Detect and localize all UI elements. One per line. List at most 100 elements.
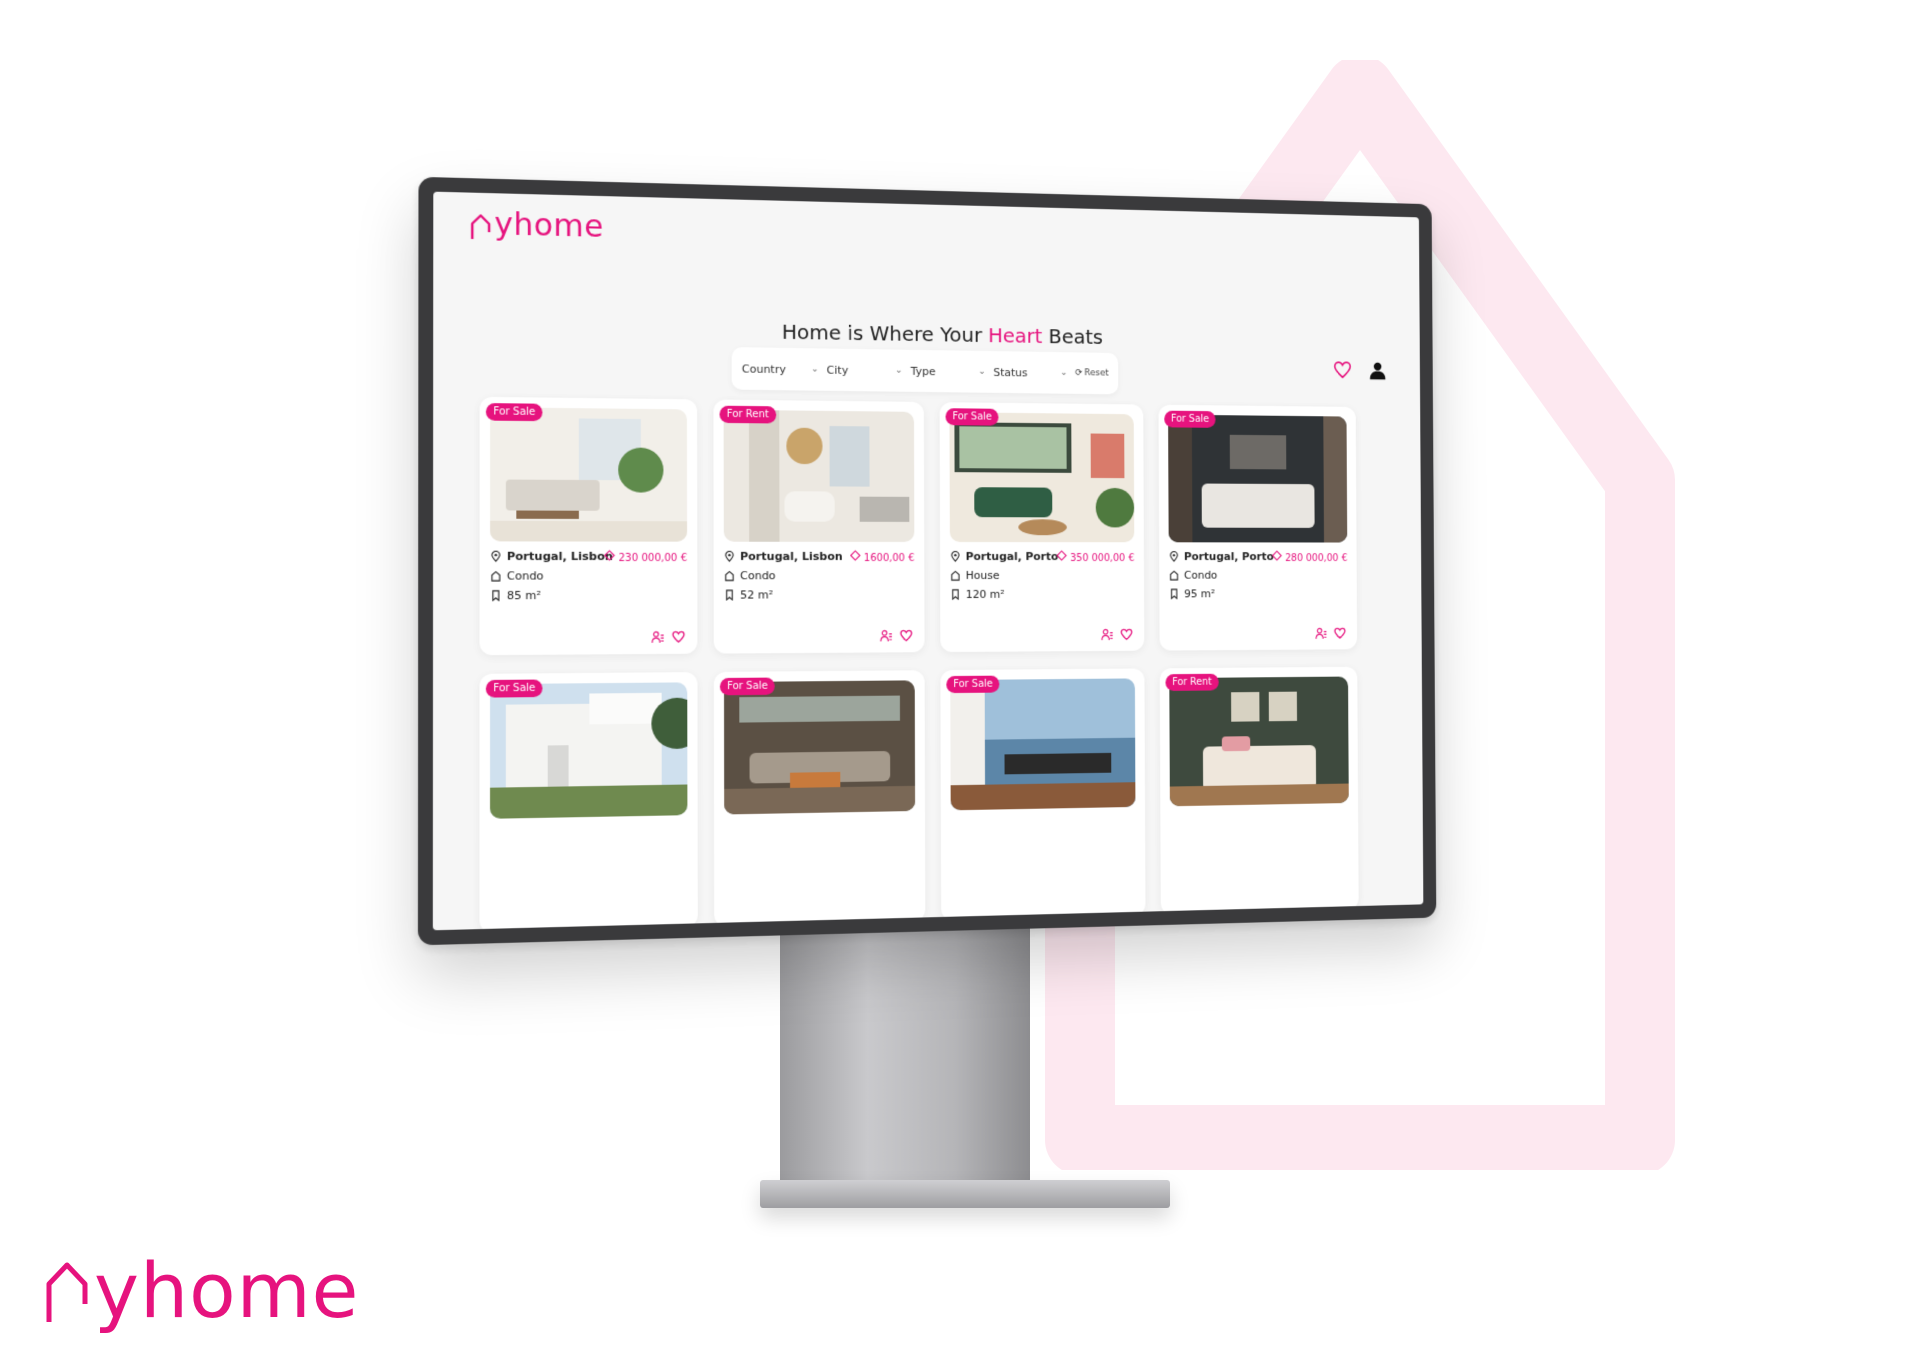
listing-status-badge: For Sale xyxy=(486,403,543,421)
location-pin-icon xyxy=(950,551,961,562)
chevron-down-icon: ⌄ xyxy=(1060,368,1067,378)
listing-price-value: 280 000,00 € xyxy=(1285,553,1347,564)
listing-card[interactable]: For Rent xyxy=(1160,667,1359,915)
chevron-down-icon: ⌄ xyxy=(811,364,819,374)
listing-actions xyxy=(1315,627,1346,640)
favorite-heart-icon[interactable] xyxy=(1334,627,1346,640)
filter-label: City xyxy=(827,363,849,376)
listing-area: 95 m² xyxy=(1184,587,1215,600)
filter-city[interactable]: City ⌄ xyxy=(827,363,903,377)
listing-photo[interactable] xyxy=(724,680,915,814)
chevron-down-icon: ⌄ xyxy=(895,366,902,376)
listing-photo[interactable] xyxy=(1169,677,1348,807)
contact-agent-icon[interactable] xyxy=(651,630,664,643)
listing-photo[interactable] xyxy=(949,412,1134,542)
filter-label: Status xyxy=(993,366,1027,379)
favorite-heart-icon[interactable] xyxy=(900,629,913,642)
house-logo-icon xyxy=(44,1260,90,1326)
monitor-stand-base xyxy=(760,1180,1170,1208)
house-type-icon xyxy=(950,570,961,581)
page-headline: Home is Where Your Heart Beats xyxy=(433,314,1420,354)
area-bookmark-icon xyxy=(724,589,735,600)
listing-area-row: 95 m² xyxy=(1169,587,1348,600)
price-tag-icon xyxy=(1056,550,1067,561)
listing-card[interactable]: For Sale 230 000,00 € Portugal, Lisbon Con… xyxy=(480,397,698,655)
listing-card[interactable]: For Sale xyxy=(940,668,1145,921)
filter-country[interactable]: Country ⌄ xyxy=(742,362,819,376)
listing-area: 52 m² xyxy=(740,588,773,601)
listing-area: 85 m² xyxy=(507,589,541,602)
house-type-icon xyxy=(1169,570,1180,581)
listing-status-badge: For Sale xyxy=(946,408,999,425)
listing-photo[interactable] xyxy=(490,407,687,541)
listing-info: 1600,00 € Portugal, Lisbon Condo 52 m² xyxy=(724,550,915,602)
site-logo[interactable]: yhome xyxy=(469,209,604,243)
price-tag-icon xyxy=(604,550,615,561)
listing-price-value: 1600,00 € xyxy=(864,553,915,564)
listing-price: 1600,00 € xyxy=(850,550,915,564)
listing-status-badge: For Sale xyxy=(486,680,543,698)
listing-location: Portugal, Porto xyxy=(966,550,1059,563)
headline-text: Home is Where Your xyxy=(782,320,988,347)
listing-actions xyxy=(880,629,913,642)
listing-status-badge: For Rent xyxy=(1165,674,1218,691)
listing-type: Condo xyxy=(1184,569,1217,582)
reset-button[interactable]: ⟳ Reset xyxy=(1075,368,1108,378)
listing-card[interactable]: For Sale xyxy=(479,672,697,930)
price-tag-icon xyxy=(850,550,861,561)
listing-card[interactable]: For Rent 1600,00 € Portugal, Lisbon Condo 5… xyxy=(713,400,924,654)
heart-icon[interactable] xyxy=(1333,360,1352,380)
listing-photo[interactable] xyxy=(490,682,687,818)
favorite-heart-icon[interactable] xyxy=(672,630,685,643)
listing-price-value: 230 000,00 € xyxy=(618,553,687,564)
filter-status[interactable]: Status ⌄ xyxy=(993,366,1067,380)
location-pin-icon xyxy=(724,551,735,562)
monitor-stand-neck xyxy=(780,905,1030,1185)
listing-card[interactable]: For Sale 350 000,00 € Portugal, Porto Hous… xyxy=(940,402,1145,652)
area-bookmark-icon xyxy=(490,590,502,601)
listing-photo[interactable] xyxy=(724,410,915,542)
user-icon[interactable] xyxy=(1368,361,1387,381)
reset-icon: ⟳ xyxy=(1075,368,1082,378)
site-brand-name: yhome xyxy=(494,210,604,243)
corner-brand-name: yhome xyxy=(94,1256,359,1326)
listing-type: Condo xyxy=(507,569,544,582)
listing-type: Condo xyxy=(740,569,776,582)
listing-price-value: 350 000,00 € xyxy=(1070,553,1134,564)
house-type-icon xyxy=(724,570,735,581)
header-icons xyxy=(1333,360,1387,380)
listing-price: 350 000,00 € xyxy=(1056,550,1134,564)
filter-type[interactable]: Type ⌄ xyxy=(911,364,986,378)
listing-status-badge: For Sale xyxy=(946,676,999,693)
reset-label: Reset xyxy=(1084,368,1108,378)
listing-area: 120 m² xyxy=(966,588,1005,601)
house-logo-icon xyxy=(469,213,492,240)
house-type-icon xyxy=(490,570,502,581)
contact-agent-icon[interactable] xyxy=(1101,628,1114,641)
filter-label: Country xyxy=(742,362,786,376)
listing-price: 280 000,00 € xyxy=(1272,550,1348,564)
location-pin-icon xyxy=(1169,551,1180,562)
listing-card[interactable]: For Sale 280 000,00 € Portugal, Porto Cond… xyxy=(1159,405,1358,651)
headline-accent: Heart xyxy=(988,323,1042,348)
contact-agent-icon[interactable] xyxy=(880,629,893,642)
listing-photo[interactable] xyxy=(1168,415,1347,543)
contact-agent-icon[interactable] xyxy=(1315,627,1327,640)
listings-grid: For Sale 230 000,00 € Portugal, Lisbon Con… xyxy=(479,397,1358,931)
listing-location: Portugal, Lisbon xyxy=(740,550,843,563)
listing-actions xyxy=(1101,628,1133,641)
listing-area-row: 120 m² xyxy=(950,588,1135,601)
listing-card[interactable]: For Sale xyxy=(714,670,926,927)
listing-location: Portugal, Porto xyxy=(1184,550,1274,563)
listing-area-row: 85 m² xyxy=(490,589,687,603)
filter-bar: Country ⌄ City ⌄ Type ⌄ Status ⌄ ⟳ Reset xyxy=(732,347,1119,394)
listing-photo[interactable] xyxy=(950,678,1135,810)
listing-status-badge: For Rent xyxy=(720,406,776,424)
listing-info: 350 000,00 € Portugal, Porto House 120 m² xyxy=(950,550,1135,601)
listing-type-row: Condo xyxy=(490,569,687,583)
filter-label: Type xyxy=(911,364,936,377)
chevron-down-icon: ⌄ xyxy=(978,367,985,377)
listing-status-badge: For Sale xyxy=(1164,411,1216,428)
listing-info: 280 000,00 € Portugal, Porto Condo 95 m² xyxy=(1169,550,1348,600)
favorite-heart-icon[interactable] xyxy=(1120,628,1133,641)
